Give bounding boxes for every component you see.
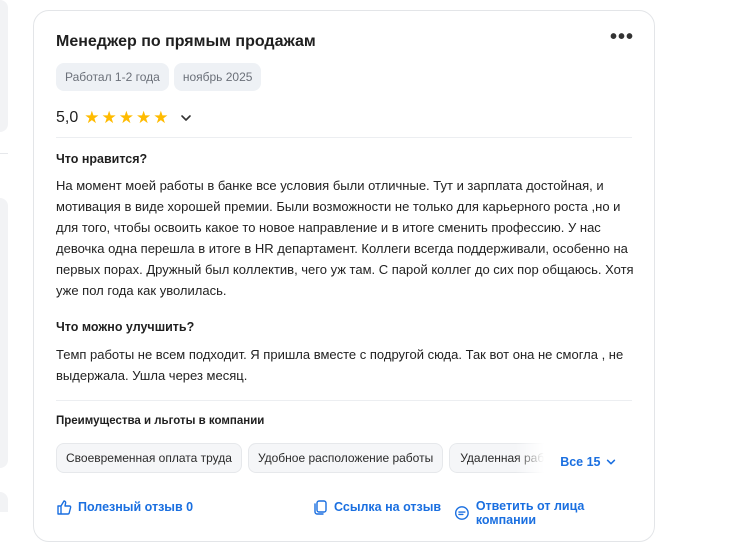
copy-link-icon [314, 500, 327, 515]
star-icon: ★ [84, 108, 100, 127]
tag-experience: Работал 1-2 года [56, 63, 169, 91]
side-divider [0, 153, 8, 154]
reply-button[interactable]: Ответить от лица компании [454, 499, 646, 527]
benefits-all-label: Все 15 [560, 454, 601, 469]
rating-stars: ★ ★ ★ ★ ★ [84, 108, 169, 127]
benefit-chip: Удобное расположение работы [247, 443, 444, 473]
star-icon: ★ [101, 108, 117, 127]
side-panel-top [0, 0, 8, 132]
improve-text: Темп работы не всем подходит. Я пришла в… [56, 347, 624, 383]
side-panel-bottom [0, 492, 8, 512]
star-icon: ★ [136, 108, 152, 127]
likes-text: На момент моей работы в банке все услови… [56, 178, 634, 298]
likes-heading: Что нравится? [56, 152, 148, 166]
chevron-down-icon [606, 459, 615, 464]
benefits-list: Своевременная оплата труда Удобное распо… [56, 443, 617, 473]
side-panel-middle [0, 198, 8, 468]
review-link-button[interactable]: Ссылка на отзыв [312, 499, 441, 515]
benefit-chip: Своевременная оплата труда [56, 443, 242, 473]
improve-heading: Что можно улучшить? [56, 320, 195, 334]
reply-label: Ответить от лица компании [475, 499, 585, 527]
tag-date: ноябрь 2025 [173, 63, 262, 91]
rating-value: 5,0 [56, 109, 79, 126]
star-icon: ★ [118, 108, 134, 127]
benefit-chip: Удаленная работа [449, 443, 545, 473]
rating-row: 5,0 ★ ★ ★ ★ ★ [56, 109, 193, 127]
review-card: Менеджер по прямым продажам ••• Работал … [33, 10, 655, 542]
more-options-icon[interactable]: ••• [610, 27, 634, 47]
benefits-all-button[interactable]: Все 15 [550, 443, 616, 473]
chat-bubble-icon [454, 506, 469, 520]
chevron-down-icon[interactable] [179, 111, 193, 125]
thumbs-up-icon [57, 500, 72, 515]
benefits-heading: Преимущества и льготы в компании [56, 415, 265, 427]
star-icon: ★ [153, 108, 169, 127]
helpful-button[interactable]: Полезный отзыв 0 [56, 499, 193, 515]
review-tags: Работал 1-2 года ноябрь 2025 [56, 63, 262, 91]
divider [56, 400, 632, 401]
divider [56, 137, 632, 138]
review-title: Менеджер по прямым продажам [56, 33, 316, 50]
